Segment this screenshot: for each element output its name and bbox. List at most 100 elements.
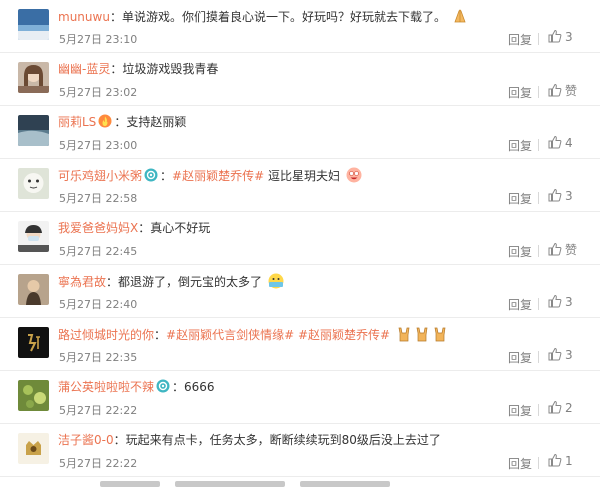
avatar[interactable]: [18, 9, 49, 40]
divider: [538, 457, 539, 469]
like-count: 3: [565, 348, 573, 362]
avatar[interactable]: [18, 115, 49, 146]
thumbs-up-icon: [548, 294, 562, 308]
like-button[interactable]: 2: [548, 400, 573, 415]
comment-line: 幽幽-蓝灵：垃圾游戏毁我青春: [58, 61, 590, 77]
comment-item: munuwu：单说游戏。你们摸着良心说一下。好玩吗？好玩就去下载了。 5月27日…: [0, 0, 600, 53]
comment-time: 5月27日 22:40: [59, 298, 138, 311]
thumbs-up-icon: [548, 400, 562, 414]
comment-item: 幽幽-蓝灵：垃圾游戏毁我青春 5月27日 23:02 回复 赞: [0, 53, 600, 106]
colon: ：: [106, 275, 119, 289]
reply-button[interactable]: 回复: [508, 455, 532, 472]
like-button[interactable]: 4: [548, 135, 573, 150]
colon: ：: [109, 10, 122, 24]
comment-item: 可乐鸡翅小米粥 ：#赵丽颖楚乔传# 逗比星玥夫妇 5月27日 22:58 回复 3: [0, 159, 600, 212]
topic-link[interactable]: #赵丽颖楚乔传#: [172, 169, 264, 183]
comment-time: 5月27日 22:22: [59, 404, 138, 417]
rock-hand-icon: [434, 327, 446, 342]
comment-line: munuwu：单说游戏。你们摸着良心说一下。好玩吗？好玩就去下载了。: [58, 8, 590, 25]
avatar[interactable]: [18, 221, 49, 252]
like-count: 赞: [565, 243, 578, 257]
username[interactable]: 蒲公英啦啦啦不辣: [58, 380, 154, 394]
username[interactable]: munuwu: [58, 10, 110, 24]
avatar[interactable]: [18, 327, 49, 358]
comment-text: 逗比星玥夫妇: [267, 169, 340, 183]
comment-text: 支持赵丽颖: [126, 115, 187, 129]
username[interactable]: 幽幽-蓝灵: [58, 62, 110, 76]
thumbs-up-icon: [548, 29, 562, 43]
thumbs-up-icon: [548, 135, 562, 149]
divider: [538, 245, 539, 257]
reply-button[interactable]: 回复: [508, 137, 532, 154]
username[interactable]: 丽莉LS: [58, 115, 96, 129]
comment-item: 丽莉LS ：支持赵丽颖 5月27日 23:00 回复 4: [0, 106, 600, 159]
username[interactable]: 我爱爸爸妈妈X: [58, 221, 138, 235]
comment-text: 单说游戏。你们摸着良心说一下。好玩吗？好玩就去下载了。: [121, 10, 446, 24]
colon: ：: [138, 221, 151, 235]
username[interactable]: 路过倾城时光的你: [58, 328, 154, 342]
thumbs-up-icon: [548, 188, 562, 202]
reply-button[interactable]: 回复: [508, 402, 532, 419]
avatar[interactable]: [18, 380, 49, 411]
comment-item: 我爱爸爸妈妈X：真心不好玩 5月27日 22:45 回复 赞: [0, 212, 600, 265]
cut-off-text: [300, 481, 390, 487]
comment-line: 可乐鸡翅小米粥 ：#赵丽颖楚乔传# 逗比星玥夫妇: [58, 167, 590, 184]
comment-line: 路过倾城时光的你：#赵丽颖代言剑侠情缘# #赵丽颖楚乔传#: [58, 326, 590, 343]
money-face-icon: [268, 273, 284, 289]
comment-time: 5月27日 22:58: [59, 192, 138, 205]
comment-line: 我爱爸爸妈妈X：真心不好玩: [58, 220, 590, 236]
topic-link[interactable]: #赵丽颖代言剑侠情缘# #赵丽颖楚乔传#: [166, 328, 390, 342]
reply-button[interactable]: 回复: [508, 84, 532, 101]
username[interactable]: 寧為君故: [58, 275, 106, 289]
rock-hand-icon: [398, 327, 410, 342]
divider: [538, 192, 539, 204]
divider: [538, 351, 539, 363]
comment-time: 5月27日 23:02: [59, 86, 138, 99]
comment-text: 玩起来有点卡，任务太多，断断续续玩到80级后没上去过了: [125, 433, 441, 447]
username[interactable]: 可乐鸡翅小米粥: [58, 169, 142, 183]
reply-button[interactable]: 回复: [508, 243, 532, 260]
comment-text: 都退游了，倒元宝的太多了: [118, 275, 263, 289]
like-button[interactable]: 1: [548, 453, 573, 468]
comment-line: 丽莉LS ：支持赵丽颖: [58, 114, 590, 130]
avatar[interactable]: [18, 433, 49, 464]
like-count: 1: [565, 454, 573, 468]
like-button[interactable]: 3: [548, 294, 573, 309]
comment-text: 垃圾游戏毁我青春: [122, 62, 219, 76]
avatar[interactable]: [18, 168, 49, 199]
like-count: 3: [565, 189, 573, 203]
thumbs-up-icon: [548, 453, 562, 467]
reply-button[interactable]: 回复: [508, 31, 532, 48]
comment-time: 5月27日 23:00: [59, 139, 138, 152]
like-button[interactable]: 赞: [548, 82, 577, 99]
avatar[interactable]: [18, 274, 49, 305]
like-count: 4: [565, 136, 573, 150]
crazy-face-icon: [346, 167, 362, 183]
vip-badge-icon: [144, 168, 158, 182]
flame-badge-icon: [98, 114, 112, 128]
next-comment-partial: [0, 477, 600, 487]
comment-item: 蒲公英啦啦啦不辣 ：6666 5月27日 22:22 回复 2: [0, 371, 600, 424]
like-button[interactable]: 3: [548, 188, 573, 203]
comment-text: 真心不好玩: [150, 221, 211, 235]
comment-time: 5月27日 22:45: [59, 245, 138, 258]
like-button[interactable]: 3: [548, 29, 573, 44]
comment-time: 5月27日 22:35: [59, 351, 138, 364]
comment-text: 6666: [184, 380, 215, 394]
avatar[interactable]: [18, 62, 49, 93]
divider: [538, 139, 539, 151]
reply-button[interactable]: 回复: [508, 296, 532, 313]
reply-button[interactable]: 回复: [508, 349, 532, 366]
divider: [538, 404, 539, 416]
like-button[interactable]: 3: [548, 347, 573, 362]
username[interactable]: 洁子酱0-0: [58, 433, 114, 447]
thumbs-up-icon: [548, 83, 562, 97]
comment-item: 洁子酱0-0：玩起来有点卡，任务太多，断断续续玩到80级后没上去过了 5月27日…: [0, 424, 600, 477]
cut-off-text: [175, 481, 285, 487]
divider: [538, 86, 539, 98]
like-button[interactable]: 赞: [548, 241, 577, 258]
like-count: 2: [565, 401, 573, 415]
colon: ：: [110, 62, 123, 76]
reply-button[interactable]: 回复: [508, 190, 532, 207]
vip-badge-icon: [156, 379, 170, 393]
